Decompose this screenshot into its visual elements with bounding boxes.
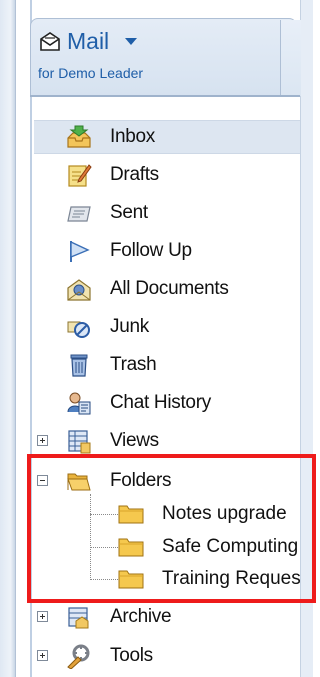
nav-item-inbox[interactable]: Inbox [34, 120, 300, 154]
views-icon [68, 430, 91, 454]
nav-item-label: Drafts [110, 164, 159, 185]
tools-icon [67, 644, 90, 669]
nav-item-label: Views [110, 430, 159, 451]
follow-up-flag-icon [70, 240, 90, 262]
header-divider [30, 95, 300, 97]
nav-item-label: All Documents [110, 278, 229, 299]
sent-icon [67, 206, 91, 222]
app-switcher-header[interactable]: Mail for Demo Leader [30, 18, 297, 97]
nav-item-trash[interactable]: Trash [66, 348, 157, 382]
nav-item-views[interactable]: Views [66, 424, 159, 458]
nav-item-tools[interactable]: Tools [66, 639, 153, 673]
nav-item-label: Tools [110, 645, 153, 666]
drafts-icon [68, 164, 92, 187]
chat-history-icon [67, 392, 91, 415]
all-documents-icon [67, 279, 91, 301]
nav-item-all-documents[interactable]: All Documents [66, 272, 229, 306]
header-right-tab [280, 20, 301, 96]
nav-item-label: Trash [110, 354, 157, 375]
nav-item-label: Inbox [110, 126, 155, 147]
nav-item-label: Follow Up [110, 240, 192, 261]
mail-envelope-icon [40, 32, 60, 51]
archive-expander-toggle[interactable] [37, 611, 48, 622]
nav-item-archive[interactable]: Archive [66, 600, 172, 634]
window-left-border [0, 0, 16, 677]
nav-item-label: Archive [110, 606, 172, 627]
nav-item-drafts[interactable]: Drafts [66, 158, 159, 192]
nav-item-label: Chat History [110, 392, 211, 413]
nav-item-sent[interactable]: Sent [66, 196, 148, 230]
nav-item-chat-history[interactable]: Chat History [66, 386, 211, 420]
folders-highlight-box [27, 454, 316, 603]
trash-icon [70, 354, 88, 377]
inbox-icon [67, 125, 91, 148]
nav-item-follow-up[interactable]: Follow Up [66, 234, 192, 268]
app-subtitle: for Demo Leader [38, 65, 144, 81]
chevron-down-icon[interactable] [125, 38, 137, 45]
nav-item-label: Junk [110, 316, 149, 337]
views-expander-toggle[interactable] [37, 435, 48, 446]
junk-icon [67, 321, 90, 338]
tools-expander-toggle[interactable] [37, 650, 48, 661]
nav-item-junk[interactable]: Junk [66, 310, 149, 344]
nav-item-label: Sent [110, 202, 148, 223]
app-title[interactable]: Mail [67, 28, 109, 55]
archive-icon [68, 607, 89, 629]
